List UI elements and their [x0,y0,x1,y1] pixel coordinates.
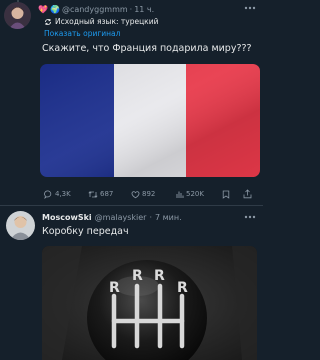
bookmark-icon[interactable] [222,190,230,199]
tweet-header: 💖 🌍 @candyggmmm · 11 ч. [38,3,154,15]
heart-icon [131,190,140,199]
views-count: 520K [186,190,204,198]
avatar[interactable] [4,2,31,29]
tweet-text: Коробку передач [42,226,129,237]
avatar[interactable] [6,211,35,240]
reply-icon [44,190,53,199]
author-handle[interactable]: @malayskier [95,213,147,222]
retweet-count: 687 [100,190,114,198]
more-options-icon[interactable] [243,214,257,220]
retweet-icon [88,190,98,199]
views-chart-icon [176,190,184,199]
tweet-image-france-flag[interactable] [40,64,260,177]
share-icon[interactable] [243,189,252,199]
header-separator: · [129,4,133,14]
tweet-image-gear-shift-knob[interactable]: R R R R [42,246,257,360]
like-action[interactable]: 892 [131,188,155,200]
more-options-icon[interactable] [243,5,257,11]
knob-letters: R R R R [42,246,257,360]
header-separator: · [149,212,153,222]
like-count: 892 [142,190,156,198]
knob-letter: R [109,280,120,296]
author-name[interactable]: MoscowSki [42,213,92,222]
retweet-action[interactable]: 687 [88,188,113,200]
author-badge-emoji: 🌍 [49,4,60,14]
tweet-time[interactable]: 7 мин. [155,213,182,222]
source-language: Исходный язык: турецкий [55,17,159,26]
knob-letter: R [132,268,143,284]
author-emoji-name[interactable]: 💖 [38,5,48,14]
knob-letter: R [154,268,165,284]
tweet-time[interactable]: 11 ч. [134,5,154,14]
knob-letter: R [177,280,188,296]
tweet-text: Скажите, что Франция подарила миру??? [42,43,252,54]
author-handle[interactable]: @candyggmmm [62,5,128,14]
translation-note: Исходный язык: турецкий [44,16,158,27]
tweet-header: MoscowSki @malayskier · 7 мин. [42,211,182,223]
reply-action[interactable]: 4,3K [44,188,71,200]
translate-icon [44,18,52,26]
reply-count: 4,3K [55,190,71,198]
views-action[interactable]: 520K [176,188,204,200]
tweet-divider [0,205,263,206]
show-original-link[interactable]: Показать оригинал [44,29,120,38]
